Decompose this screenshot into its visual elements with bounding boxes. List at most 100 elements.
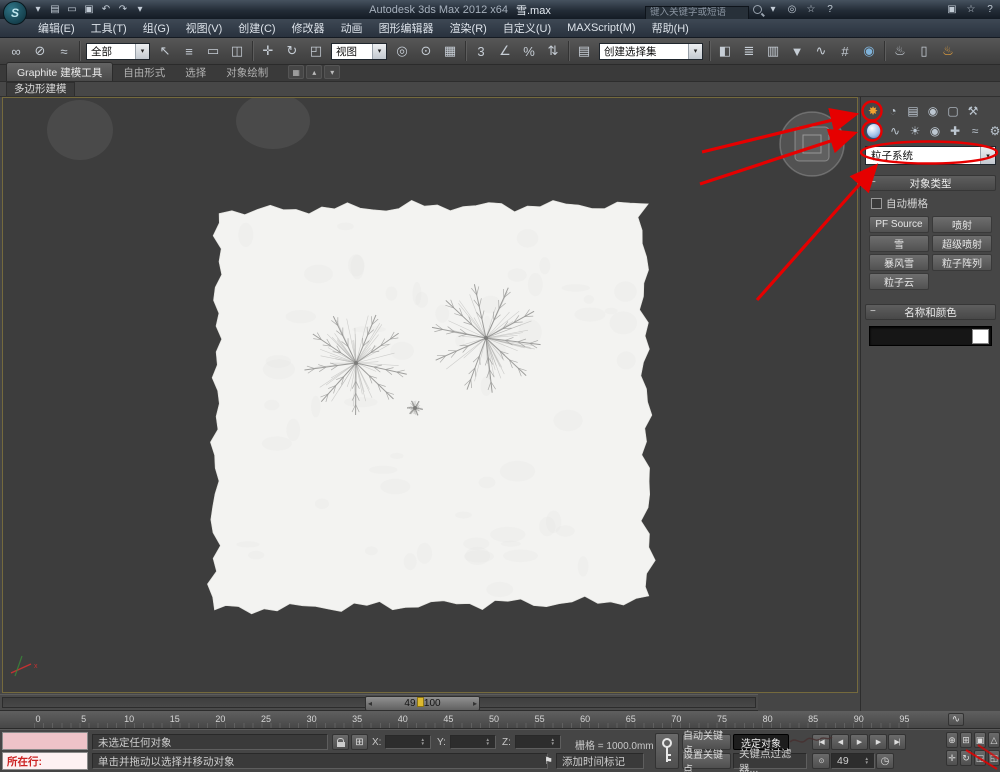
menu-item-3[interactable]: 组(G): [135, 19, 178, 37]
polygon-modeling-tab[interactable]: 多边形建模: [6, 82, 75, 96]
layer-manager-icon[interactable]: ▥: [761, 39, 785, 63]
chevron-down-icon[interactable]: ▾: [324, 65, 340, 79]
selection-lock-toggle[interactable]: [332, 734, 349, 750]
blizzard-button[interactable]: 暴风雪: [869, 254, 929, 271]
x-coordinate-field[interactable]: ▲▼: [385, 735, 431, 749]
particle-array-button[interactable]: 粒子阵列: [932, 254, 992, 271]
ribbon-toggle-icon[interactable]: ▼: [785, 39, 809, 63]
ribbon-tab-3[interactable]: 选择: [175, 63, 216, 81]
play-button[interactable]: ▶: [850, 734, 868, 750]
menu-item-4[interactable]: 视图(V): [178, 19, 231, 37]
window-crossing-icon[interactable]: ◫: [225, 39, 249, 63]
absolute-mode-toggle[interactable]: ⊞: [351, 734, 368, 750]
pan-icon[interactable]: ✛: [946, 750, 958, 766]
key-mode-toggle-button[interactable]: ⊙: [812, 753, 830, 769]
search-input[interactable]: [645, 6, 749, 20]
zoom-extents-icon[interactable]: ▣: [974, 732, 986, 748]
set-keys-big-button[interactable]: [655, 733, 679, 769]
bind-to-space-warp-icon[interactable]: ≈: [52, 39, 76, 63]
y-coordinate-field[interactable]: ▲▼: [450, 735, 496, 749]
rendered-frame-icon[interactable]: ▯: [912, 39, 936, 63]
maxscript-listener-line[interactable]: 所在行:: [2, 752, 88, 770]
cameras-category-icon[interactable]: ◉: [927, 123, 943, 139]
snap-toggle-3d-icon[interactable]: 3: [469, 39, 493, 63]
systems-category-icon[interactable]: ⚙: [987, 123, 1000, 139]
add-time-tag[interactable]: 添加时间标记: [556, 753, 644, 769]
time-slider[interactable]: ◂ 49 / 100 ▸: [0, 694, 758, 711]
geometry-category-icon[interactable]: [866, 123, 882, 139]
app-logo-icon[interactable]: S: [3, 1, 27, 25]
current-frame-field[interactable]: 49 ▲▼: [831, 753, 875, 769]
undo-icon[interactable]: ↶: [98, 2, 114, 17]
render-production-icon[interactable]: ♨: [936, 39, 960, 63]
schematic-view-icon[interactable]: #: [833, 39, 857, 63]
render-setup-icon[interactable]: ♨: [888, 39, 912, 63]
field-of-view-icon[interactable]: △: [988, 732, 1000, 748]
percent-snap-icon[interactable]: %: [517, 39, 541, 63]
menu-item-10[interactable]: 自定义(U): [495, 19, 559, 37]
angle-snap-icon[interactable]: ∠: [493, 39, 517, 63]
edit-named-selection-sets-icon[interactable]: ▤: [572, 39, 596, 63]
track-bar[interactable]: 05101520253035404550556065707580859095 ∿: [0, 711, 1000, 729]
use-pivot-center-icon[interactable]: ◎: [390, 39, 414, 63]
slider-right-arrow-icon[interactable]: ▸: [473, 698, 477, 709]
reference-coordinate-combo[interactable]: 视图▾: [331, 43, 387, 60]
curve-editor-icon[interactable]: ∿: [809, 39, 833, 63]
rollout-name-color[interactable]: − 名称和颜色: [865, 304, 996, 320]
zoom-icon[interactable]: ⊕: [946, 732, 958, 748]
select-and-manipulate-icon[interactable]: ⊙: [414, 39, 438, 63]
slider-left-arrow-icon[interactable]: ◂: [368, 698, 372, 709]
object-color-swatch[interactable]: [972, 329, 989, 344]
menu-item-9[interactable]: 渲染(R): [442, 19, 495, 37]
menu-item-7[interactable]: 动画: [333, 19, 371, 37]
ribbon-config-icon[interactable]: ▦: [288, 65, 304, 79]
material-editor-icon[interactable]: ◉: [857, 39, 881, 63]
zoom-region-icon[interactable]: ◲: [974, 750, 986, 766]
hierarchy-tab-icon[interactable]: ▤: [905, 103, 921, 119]
mini-curve-editor-icon[interactable]: ∿: [948, 713, 964, 726]
select-and-scale-icon[interactable]: ◰: [304, 39, 328, 63]
help-icon[interactable]: ?: [982, 2, 998, 17]
selection-filter-combo[interactable]: 全部▾: [86, 43, 150, 60]
select-by-name-icon[interactable]: ≡: [177, 39, 201, 63]
save-file-icon[interactable]: ▣: [81, 2, 97, 17]
maximize-viewport-toggle-icon[interactable]: ◱: [988, 750, 1000, 766]
keyboard-override-icon[interactable]: ▦: [438, 39, 462, 63]
new-scene-icon[interactable]: ▤: [47, 2, 63, 17]
communication-center-icon[interactable]: ◎: [784, 2, 800, 17]
search-icon[interactable]: [753, 5, 762, 14]
go-to-start-button[interactable]: |◀: [812, 734, 830, 750]
lights-category-icon[interactable]: ☀: [907, 123, 923, 139]
motion-tab-icon[interactable]: ◉: [925, 103, 941, 119]
viewport-canvas[interactable]: x: [3, 98, 857, 692]
menu-item-8[interactable]: 图形编辑器: [371, 19, 442, 37]
star-icon[interactable]: ☆: [963, 2, 979, 17]
menu-item-6[interactable]: 修改器: [284, 19, 333, 37]
next-frame-button[interactable]: ▶: [869, 734, 887, 750]
menu-item-11[interactable]: MAXScript(M): [559, 19, 643, 37]
set-key-button[interactable]: 设置关键点: [682, 753, 731, 769]
ribbon-tab-4[interactable]: 对象绘制: [216, 63, 278, 81]
select-and-link-icon[interactable]: ∞: [4, 39, 28, 63]
rectangular-selection-icon[interactable]: ▭: [201, 39, 225, 63]
pf-source-button[interactable]: PF Source: [869, 216, 929, 233]
search-dropdown-icon[interactable]: ▾: [765, 2, 781, 17]
display-tab-icon[interactable]: ▢: [945, 103, 961, 119]
menu-item-2[interactable]: 工具(T): [83, 19, 135, 37]
previous-frame-button[interactable]: ◀: [831, 734, 849, 750]
helpers-category-icon[interactable]: ✚: [947, 123, 963, 139]
project-dropdown-icon[interactable]: ▾: [132, 2, 148, 17]
mirror-icon[interactable]: ◧: [713, 39, 737, 63]
ribbon-tab-1[interactable]: Graphite 建模工具: [6, 62, 113, 81]
zoom-all-icon[interactable]: ⊞: [960, 732, 972, 748]
maxscript-macro-line[interactable]: [2, 732, 88, 750]
time-configuration-button[interactable]: ◷: [876, 753, 894, 769]
utilities-tab-icon[interactable]: ⚒: [965, 103, 981, 119]
spray-button[interactable]: 喷射: [932, 216, 992, 233]
workspace-icon[interactable]: ▣: [944, 2, 960, 17]
application-menu-icon[interactable]: ▾: [30, 2, 46, 17]
autogrid-checkbox[interactable]: [871, 198, 882, 209]
ribbon-tab-2[interactable]: 自由形式: [113, 63, 175, 81]
particle-cloud-button[interactable]: 粒子云: [869, 273, 929, 290]
open-file-icon[interactable]: ▭: [64, 2, 80, 17]
